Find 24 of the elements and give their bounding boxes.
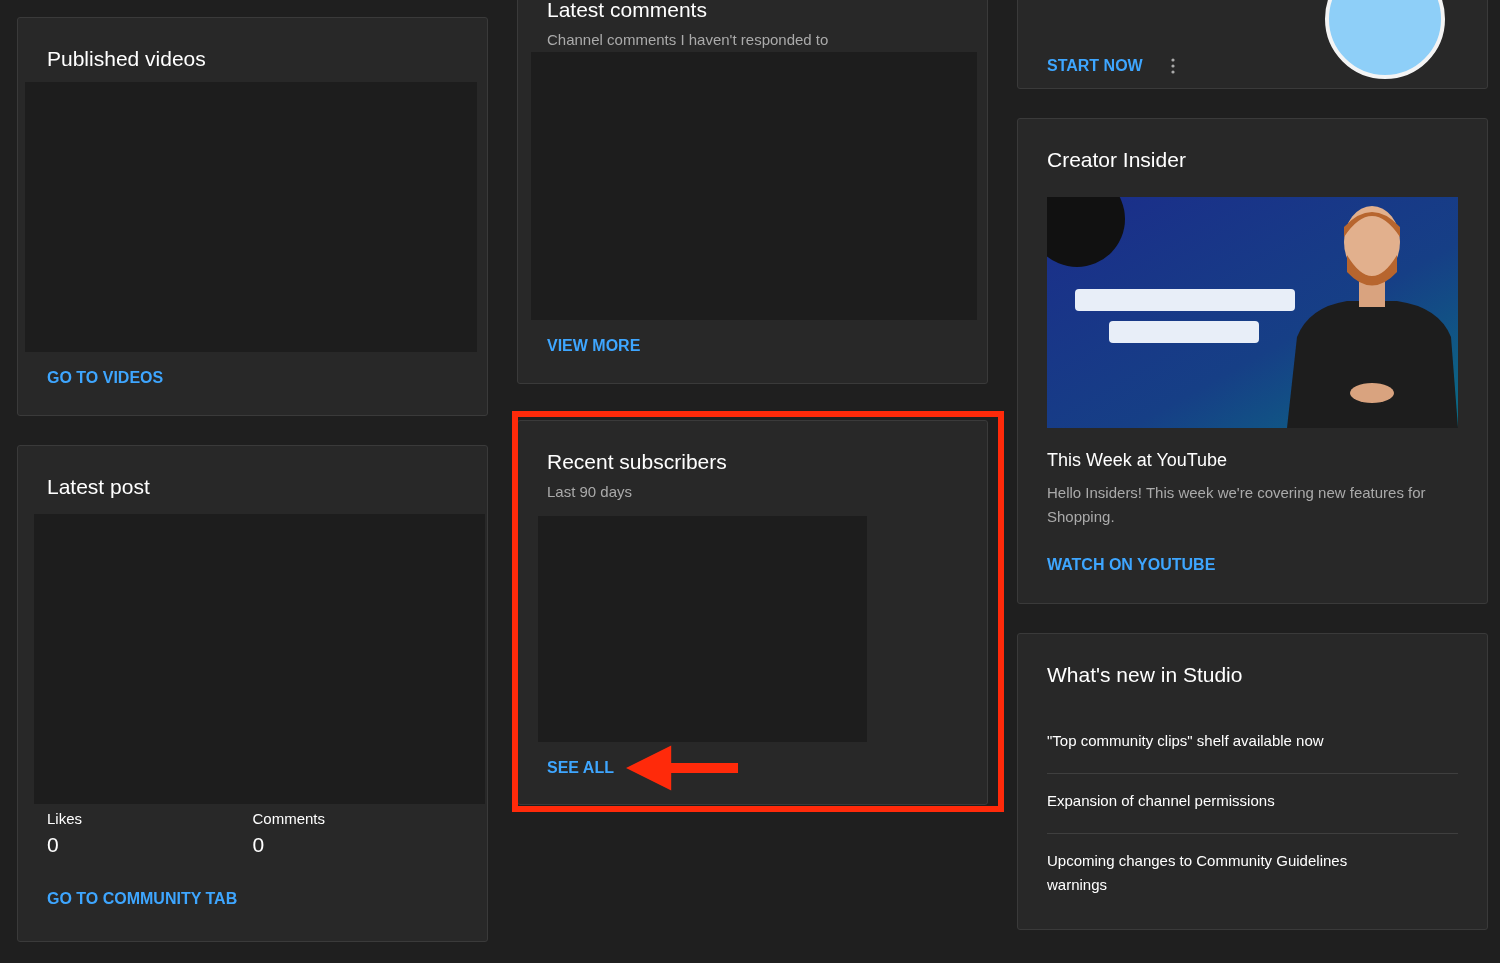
news-item[interactable]: "Top community clips" shelf available now bbox=[1047, 714, 1458, 774]
stat-label: Likes bbox=[47, 810, 84, 827]
more-menu-icon[interactable] bbox=[1170, 58, 1175, 74]
card-link[interactable]: WATCH ON YOUTUBE bbox=[1047, 556, 1216, 574]
card-link[interactable]: GO TO VIDEOS bbox=[47, 369, 164, 387]
card-title: Latest comments bbox=[547, 0, 708, 23]
stat-label: Comments bbox=[252, 810, 327, 827]
card-subtitle: Channel comments I haven't responded to bbox=[547, 31, 830, 48]
card-link[interactable]: SEE ALL bbox=[547, 759, 614, 777]
card-title: Recent subscribers bbox=[547, 449, 728, 475]
stat-value: 0 bbox=[47, 833, 60, 857]
card-title: What's new in Studio bbox=[1047, 662, 1244, 688]
stat-value: 0 bbox=[252, 833, 266, 857]
card-link[interactable]: START NOW bbox=[1047, 57, 1143, 75]
news-item[interactable]: Expansion of channel permissions bbox=[1047, 774, 1458, 834]
card-link[interactable]: GO TO COMMUNITY TAB bbox=[47, 890, 238, 908]
video-description: Hello Insiders! This week we're covering new features for Shopping. bbox=[1047, 483, 1427, 527]
card-title: Latest post bbox=[47, 474, 151, 500]
card-link[interactable]: VIEW MORE bbox=[547, 337, 641, 355]
news-item[interactable]: Upcoming changes to Community Guidelines warnings bbox=[1047, 834, 1458, 917]
card-title: Published videos bbox=[47, 46, 207, 72]
card-title: Creator Insider bbox=[1047, 147, 1187, 173]
card-subtitle: Last 90 days bbox=[547, 483, 634, 500]
video-title: This Week at YouTube bbox=[1047, 450, 1229, 471]
